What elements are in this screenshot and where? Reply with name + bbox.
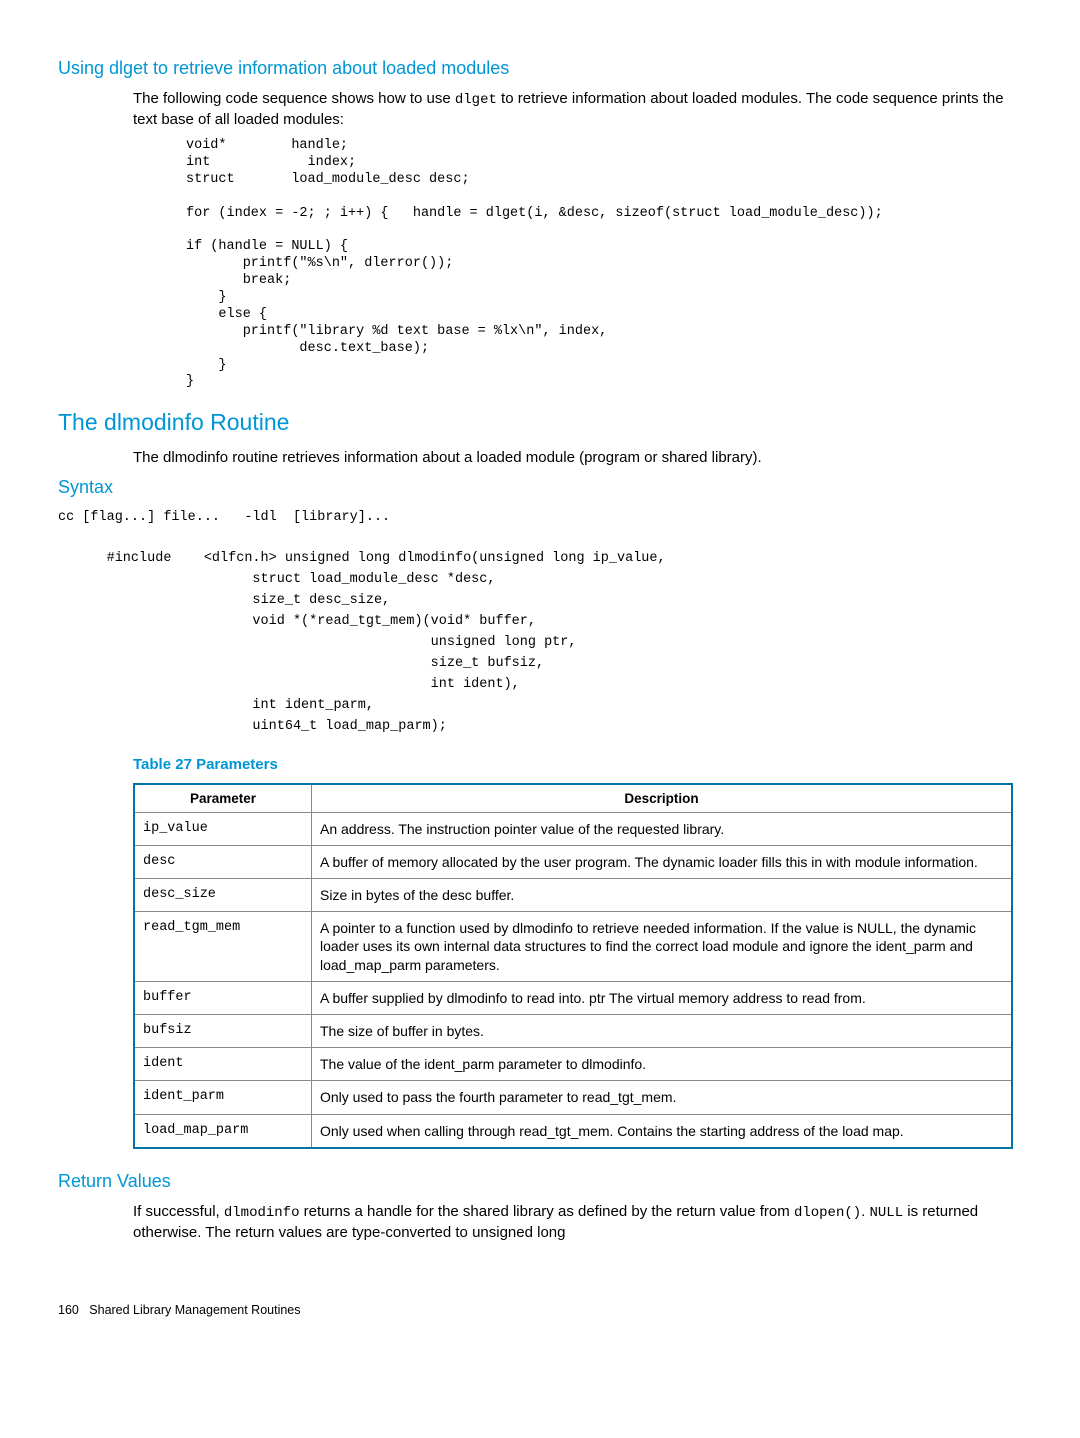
param-desc-cell: The size of buffer in bytes. bbox=[312, 1014, 1013, 1047]
table-header-row: Parameter Description bbox=[134, 784, 1012, 813]
inline-code-dlmodinfo: dlmodinfo bbox=[224, 1205, 300, 1221]
return-values-heading: Return Values bbox=[58, 1171, 1022, 1192]
header-description: Description bbox=[312, 784, 1013, 813]
section-heading-dlmodinfo: The dlmodinfo Routine bbox=[58, 409, 1022, 436]
param-desc-cell: Only used when calling through read_tgt_… bbox=[312, 1114, 1013, 1148]
page-number: 160 bbox=[58, 1303, 79, 1317]
code-block-syntax: cc [flag...] file... -ldl [library]... #… bbox=[58, 508, 1022, 738]
section2-paragraph: The dlmodinfo routine retrieves informat… bbox=[133, 448, 1022, 468]
param-desc-cell: Only used to pass the fourth parameter t… bbox=[312, 1081, 1013, 1114]
param-name-cell: ident bbox=[134, 1048, 312, 1081]
table-row: load_map_parmOnly used when calling thro… bbox=[134, 1114, 1012, 1148]
param-name-cell: desc bbox=[134, 845, 312, 878]
syntax-heading: Syntax bbox=[58, 477, 1022, 498]
param-desc-cell: An address. The instruction pointer valu… bbox=[312, 812, 1013, 845]
return-values-paragraph: If successful, dlmodinfo returns a handl… bbox=[133, 1202, 1022, 1243]
param-desc-cell: A buffer of memory allocated by the user… bbox=[312, 845, 1013, 878]
page-footer: 160 Shared Library Management Routines bbox=[58, 1303, 1022, 1317]
param-name-cell: ident_parm bbox=[134, 1081, 312, 1114]
inline-code-null: NULL bbox=[870, 1205, 904, 1221]
param-desc-cell: The value of the ident_parm parameter to… bbox=[312, 1048, 1013, 1081]
table-row: read_tgm_memA pointer to a function used… bbox=[134, 912, 1012, 982]
table-row: desc_sizeSize in bytes of the desc buffe… bbox=[134, 879, 1012, 912]
param-desc-cell: A buffer supplied by dlmodinfo to read i… bbox=[312, 981, 1013, 1014]
param-desc-cell: Size in bytes of the desc buffer. bbox=[312, 879, 1013, 912]
rv-mid2: . bbox=[861, 1203, 869, 1220]
section1-paragraph: The following code sequence shows how to… bbox=[133, 89, 1022, 130]
section-heading-dlget: Using dlget to retrieve information abou… bbox=[58, 58, 1022, 79]
parameters-table: Parameter Description ip_valueAn address… bbox=[133, 783, 1013, 1149]
param-name-cell: read_tgm_mem bbox=[134, 912, 312, 982]
header-parameter: Parameter bbox=[134, 784, 312, 813]
rv-prefix: If successful, bbox=[133, 1203, 224, 1220]
param-name-cell: ip_value bbox=[134, 812, 312, 845]
code-block-1: void* handle; int index; struct load_mod… bbox=[186, 138, 1022, 391]
param-name-cell: load_map_parm bbox=[134, 1114, 312, 1148]
rv-mid1: returns a handle for the shared library … bbox=[300, 1203, 794, 1220]
table-row: ip_valueAn address. The instruction poin… bbox=[134, 812, 1012, 845]
footer-text: Shared Library Management Routines bbox=[89, 1303, 300, 1317]
para-prefix: The following code sequence shows how to… bbox=[133, 90, 455, 107]
table-row: descA buffer of memory allocated by the … bbox=[134, 845, 1012, 878]
table-row: ident_parmOnly used to pass the fourth p… bbox=[134, 1081, 1012, 1114]
param-name-cell: buffer bbox=[134, 981, 312, 1014]
param-desc-cell: A pointer to a function used by dlmodinf… bbox=[312, 912, 1013, 982]
param-name-cell: bufsiz bbox=[134, 1014, 312, 1047]
table-title: Table 27 Parameters bbox=[133, 756, 1022, 773]
table-row: bufsizThe size of buffer in bytes. bbox=[134, 1014, 1012, 1047]
param-name-cell: desc_size bbox=[134, 879, 312, 912]
inline-code-dlopen: dlopen() bbox=[794, 1205, 861, 1221]
table-row: bufferA buffer supplied by dlmodinfo to … bbox=[134, 981, 1012, 1014]
table-row: identThe value of the ident_parm paramet… bbox=[134, 1048, 1012, 1081]
inline-code-dlget: dlget bbox=[455, 92, 497, 108]
